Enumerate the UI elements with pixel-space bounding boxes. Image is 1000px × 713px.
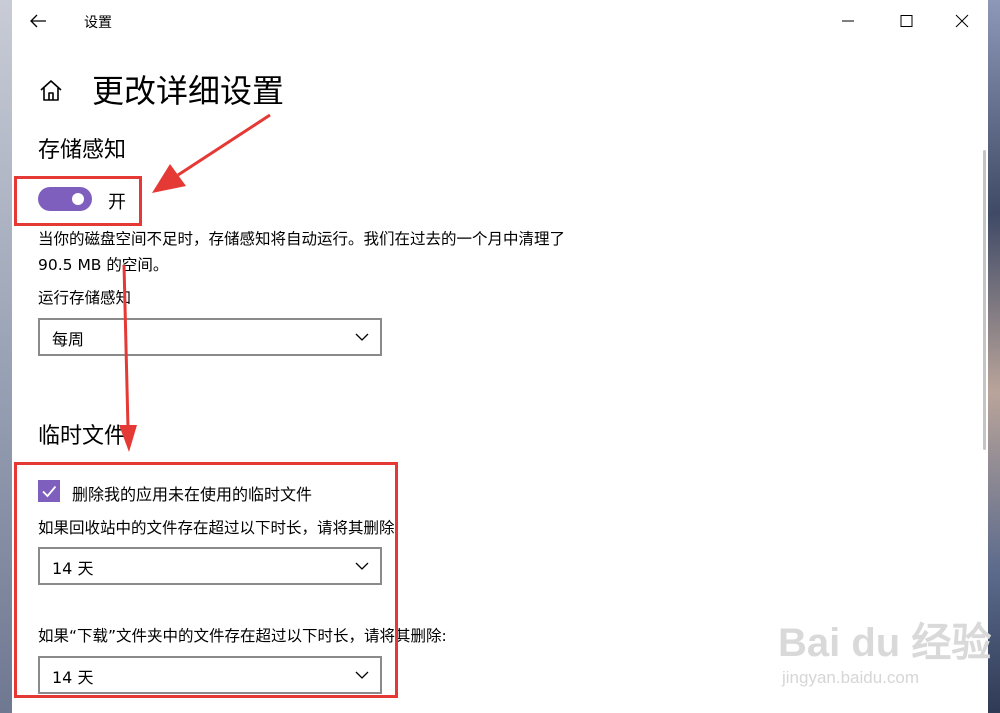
maximize-button[interactable] (894, 10, 918, 32)
desktop-background-right (988, 0, 1000, 713)
storage-sense-description: 当你的磁盘空间不足时，存储感知将自动运行。我们在过去的一个月中清理了 90.5 … (38, 230, 566, 274)
minimize-icon (842, 20, 854, 22)
annotation-box-temp-files (14, 462, 398, 698)
desktop-background-left (0, 0, 12, 713)
watermark-url: jingyan.baidu.com (782, 668, 920, 687)
close-button[interactable] (950, 10, 974, 32)
back-arrow-icon (30, 14, 46, 28)
home-button[interactable] (38, 78, 64, 104)
title-bar: 设置 (12, 0, 988, 40)
chevron-down-icon (355, 333, 369, 341)
run-storage-sense-label: 运行存储感知 (38, 289, 132, 307)
back-button[interactable] (26, 10, 54, 32)
dropdown-value: 每周 (52, 330, 85, 349)
watermark-logo: Bai du 经验 (778, 621, 992, 665)
home-icon (40, 80, 62, 101)
temp-files-heading: 临时文件 (38, 424, 127, 449)
maximize-icon (900, 15, 913, 27)
page-title: 更改详细设置 (92, 72, 285, 110)
run-storage-sense-dropdown[interactable]: 每周 (38, 318, 382, 356)
scrollbar[interactable] (983, 150, 986, 450)
storage-sense-heading: 存储感知 (38, 138, 127, 163)
baidu-watermark: Bai du 经验 jingyan.baidu.com (778, 606, 992, 702)
close-icon (955, 14, 969, 28)
minimize-button[interactable] (836, 10, 860, 32)
app-title: 设置 (84, 15, 112, 31)
annotation-box-toggle (14, 176, 142, 226)
